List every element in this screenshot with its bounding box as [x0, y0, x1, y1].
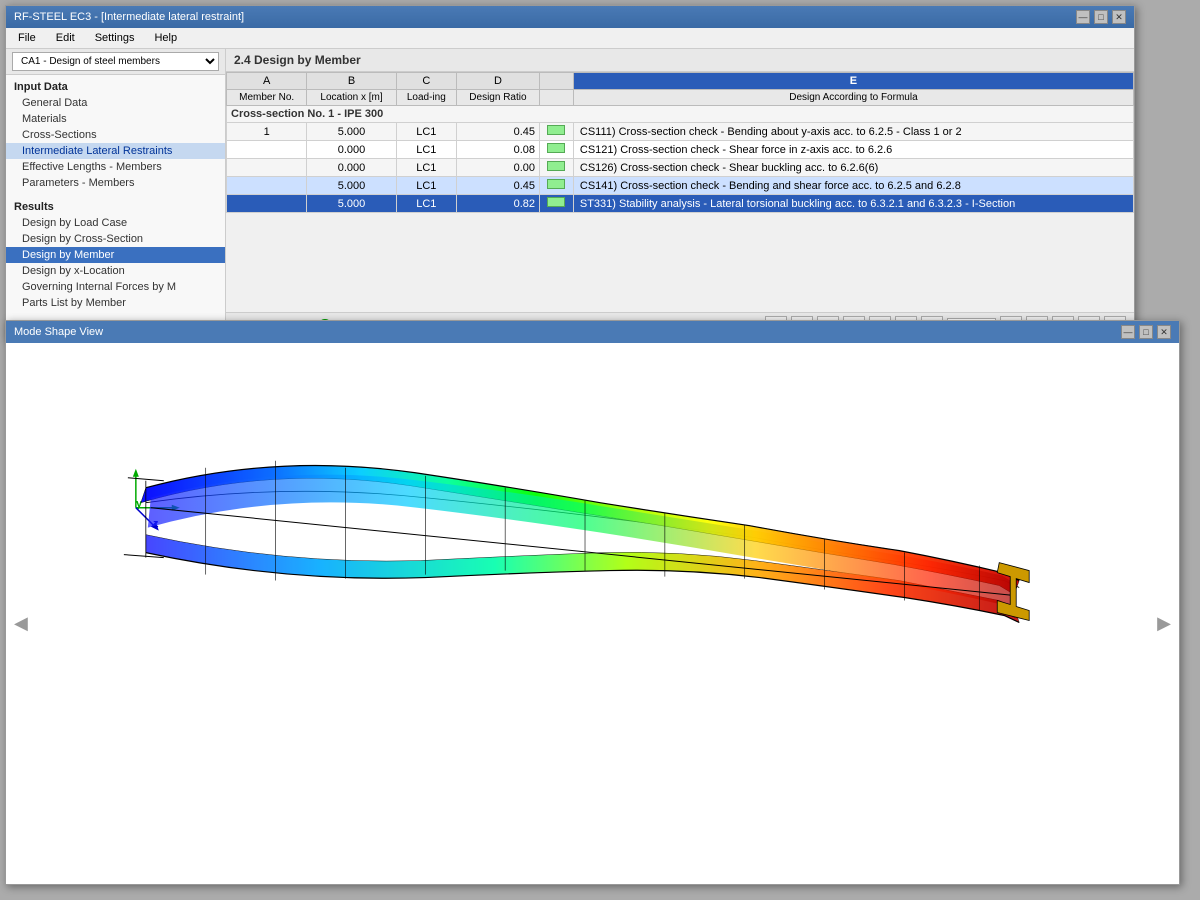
- panel-header: 2.4 Design by Member: [226, 49, 1134, 72]
- cell-location: 5.000: [307, 123, 396, 141]
- tree-design-cross-section[interactable]: Design by Cross-Section: [6, 231, 225, 247]
- tree-materials[interactable]: Materials: [6, 111, 225, 127]
- cell-member: [227, 177, 307, 195]
- cell-indicator: [540, 159, 574, 177]
- cell-member: [227, 159, 307, 177]
- tree-governing-forces[interactable]: Governing Internal Forces by M: [6, 279, 225, 295]
- input-section: Input Data General Data Materials Cross-…: [6, 75, 225, 195]
- menu-edit[interactable]: Edit: [52, 30, 79, 46]
- input-heading: Input Data: [6, 79, 225, 95]
- col-e-header: E: [573, 73, 1133, 90]
- cell-location: 5.000: [307, 177, 396, 195]
- cell-loading: LC1: [396, 159, 456, 177]
- tree-effective-lengths[interactable]: Effective Lengths - Members: [6, 159, 225, 175]
- app-window: RF-STEEL EC3 - [Intermediate lateral res…: [5, 5, 1135, 340]
- cell-indicator: [540, 141, 574, 159]
- table-row[interactable]: 0.000 LC1 0.08 CS121) Cross-section chec…: [227, 141, 1134, 159]
- results-section: Results Design by Load Case Design by Cr…: [6, 195, 225, 315]
- table-container: A B C D E Member No. Location x [m] Load…: [226, 72, 1134, 312]
- minimize-button[interactable]: —: [1076, 10, 1090, 24]
- maximize-button[interactable]: □: [1094, 10, 1108, 24]
- cell-ratio: 0.45: [456, 177, 539, 195]
- app-title: RF-STEEL EC3 - [Intermediate lateral res…: [14, 11, 244, 23]
- cell-ratio: 0.82: [456, 195, 539, 213]
- menu-help[interactable]: Help: [150, 30, 181, 46]
- results-heading: Results: [6, 199, 225, 215]
- cell-formula: CS126) Cross-section check - Shear buckl…: [573, 159, 1133, 177]
- table-row[interactable]: 5.000 LC1 0.45 CS141) Cross-section chec…: [227, 177, 1134, 195]
- cell-member: [227, 195, 307, 213]
- cross-section-row: Cross-section No. 1 - IPE 300: [227, 106, 1134, 123]
- cell-member: [227, 141, 307, 159]
- title-bar-buttons: — □ ✕: [1076, 10, 1126, 24]
- cell-location: 0.000: [307, 159, 396, 177]
- sub-loading: Load-ing: [396, 90, 456, 106]
- left-panel: CA1 - Design of steel members Input Data…: [6, 49, 226, 339]
- cell-formula: ST331) Stability analysis - Lateral tors…: [573, 195, 1133, 213]
- tree-design-member[interactable]: Design by Member: [6, 247, 225, 263]
- ca-selector: CA1 - Design of steel members: [6, 49, 225, 75]
- sub-member-no: Member No.: [227, 90, 307, 106]
- mode-window-buttons: — □ ✕: [1121, 325, 1171, 339]
- main-content: CA1 - Design of steel members Input Data…: [6, 49, 1134, 339]
- mode-title: Mode Shape View: [14, 326, 103, 338]
- sub-location: Location x [m]: [307, 90, 396, 106]
- mode-maximize-btn[interactable]: □: [1139, 325, 1153, 339]
- tree-parameters-members[interactable]: Parameters - Members: [6, 175, 225, 191]
- sub-header-row: Member No. Location x [m] Load-ing Desig…: [227, 90, 1134, 106]
- design-table: A B C D E Member No. Location x [m] Load…: [226, 72, 1134, 213]
- right-panel: 2.4 Design by Member A B C D E Mem: [226, 49, 1134, 339]
- cell-formula: CS121) Cross-section check - Shear force…: [573, 141, 1133, 159]
- col-header-row: A B C D E: [227, 73, 1134, 90]
- menu-settings[interactable]: Settings: [91, 30, 139, 46]
- ca-dropdown[interactable]: CA1 - Design of steel members: [12, 52, 219, 71]
- cell-indicator: [540, 123, 574, 141]
- cell-formula: CS141) Cross-section check - Bending and…: [573, 177, 1133, 195]
- cross-section-label: Cross-section No. 1 - IPE 300: [227, 106, 1134, 123]
- cell-indicator: [540, 177, 574, 195]
- cell-loading: LC1: [396, 177, 456, 195]
- cell-location: 5.000: [307, 195, 396, 213]
- cell-indicator: [540, 195, 574, 213]
- cell-ratio: 0.45: [456, 123, 539, 141]
- close-button[interactable]: ✕: [1112, 10, 1126, 24]
- sub-empty: [540, 90, 574, 106]
- cell-ratio: 0.00: [456, 159, 539, 177]
- mode-minimize-btn[interactable]: —: [1121, 325, 1135, 339]
- table-row[interactable]: 0.000 LC1 0.00 CS126) Cross-section chec…: [227, 159, 1134, 177]
- cell-loading: LC1: [396, 195, 456, 213]
- cell-loading: LC1: [396, 123, 456, 141]
- col-c-header: C: [396, 73, 456, 90]
- cell-ratio: 0.08: [456, 141, 539, 159]
- tree-parts-list[interactable]: Parts List by Member: [6, 295, 225, 311]
- col-d-header: D: [456, 73, 539, 90]
- table-row[interactable]: 5.000 LC1 0.82 ST331) Stability analysis…: [227, 195, 1134, 213]
- beam-svg: [6, 343, 1179, 882]
- col-empty-header: [540, 73, 574, 90]
- cell-member: 1: [227, 123, 307, 141]
- cell-formula: CS111) Cross-section check - Bending abo…: [573, 123, 1133, 141]
- menu-file[interactable]: File: [14, 30, 40, 46]
- mode-title-bar: Mode Shape View — □ ✕: [6, 321, 1179, 343]
- sub-formula: Design According to Formula: [573, 90, 1133, 106]
- tree-intermediate-lateral[interactable]: Intermediate Lateral Restraints: [6, 143, 225, 159]
- col-a-header: A: [227, 73, 307, 90]
- tree-design-load-case[interactable]: Design by Load Case: [6, 215, 225, 231]
- col-b-header: B: [307, 73, 396, 90]
- visualization-area: y z ◀ ▶: [6, 343, 1179, 882]
- tree-cross-sections[interactable]: Cross-Sections: [6, 127, 225, 143]
- sub-design-ratio: Design Ratio: [456, 90, 539, 106]
- table-row[interactable]: 1 5.000 LC1 0.45 CS111) Cross-section ch…: [227, 123, 1134, 141]
- cell-loading: LC1: [396, 141, 456, 159]
- menu-bar: File Edit Settings Help: [6, 28, 1134, 49]
- tree-general-data[interactable]: General Data: [6, 95, 225, 111]
- tree-design-x-location[interactable]: Design by x-Location: [6, 263, 225, 279]
- mode-close-btn[interactable]: ✕: [1157, 325, 1171, 339]
- mode-window: Mode Shape View — □ ✕ y z ◀ ▶: [5, 320, 1180, 885]
- title-bar: RF-STEEL EC3 - [Intermediate lateral res…: [6, 6, 1134, 28]
- mode-content: y z ◀ ▶: [6, 343, 1179, 882]
- cell-location: 0.000: [307, 141, 396, 159]
